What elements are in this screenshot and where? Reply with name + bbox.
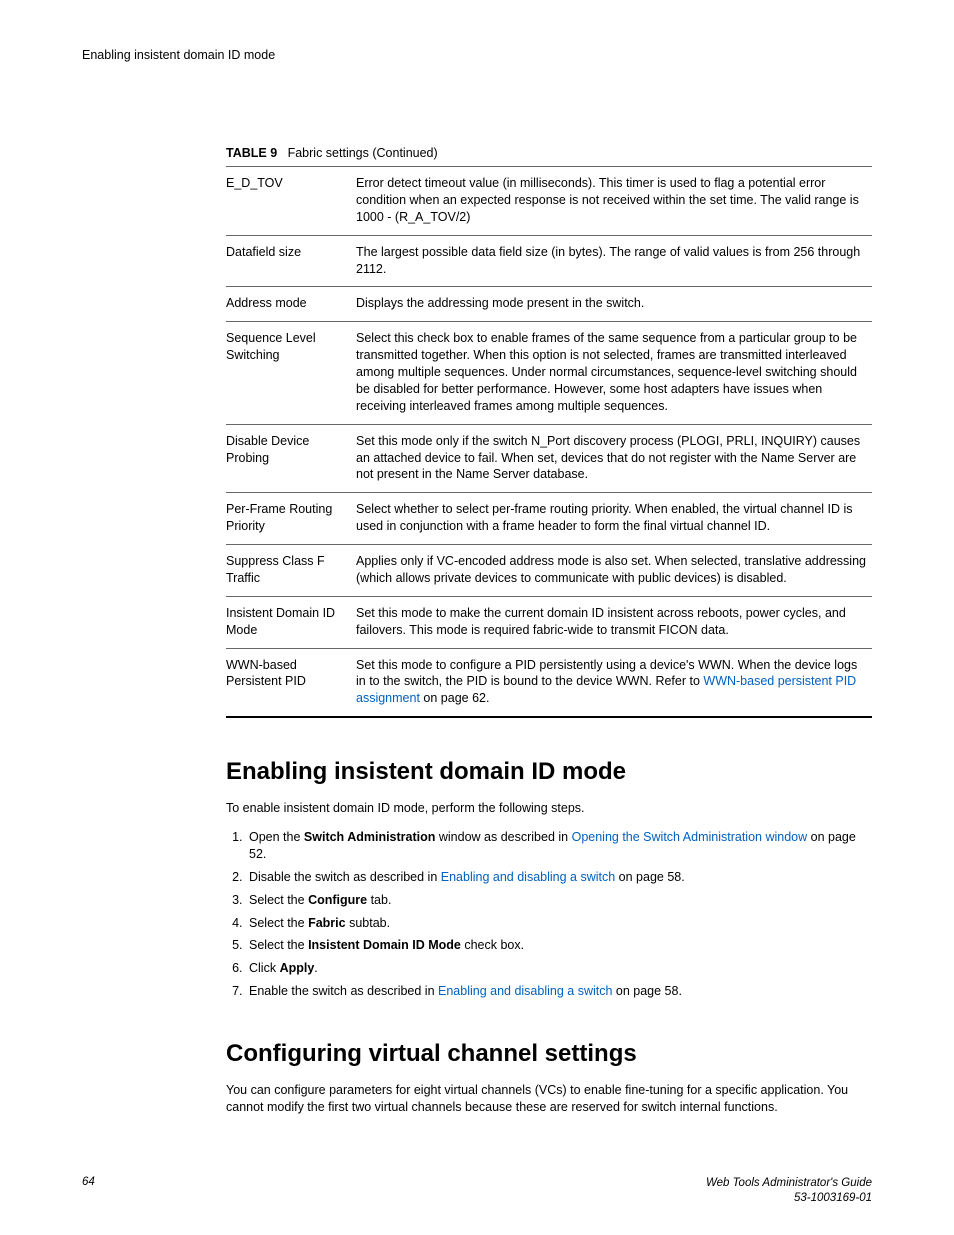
step-item: Disable the switch as described in Enabl… <box>246 869 872 886</box>
step-text: subtab. <box>346 916 390 930</box>
step-text: Open the <box>249 830 304 844</box>
step-bold: Configure <box>308 893 367 907</box>
table-caption-label: TABLE 9 <box>226 146 277 160</box>
page-footer: 64 Web Tools Administrator's Guide 53-10… <box>82 1176 872 1205</box>
setting-desc: Set this mode only if the switch N_Port … <box>356 424 872 493</box>
step-text: Click <box>249 961 280 975</box>
step-text: Select the <box>249 938 308 952</box>
step-text: on page 58. <box>615 870 685 884</box>
table-caption: TABLE 9 Fabric settings (Continued) <box>226 146 872 160</box>
table-row: WWN-based Persistent PID Set this mode t… <box>226 648 872 717</box>
doc-title: Web Tools Administrator's Guide <box>706 1176 872 1190</box>
setting-name: E_D_TOV <box>226 167 356 236</box>
setting-desc: Set this mode to configure a PID persist… <box>356 648 872 717</box>
step-text: window as described in <box>435 830 571 844</box>
step-text: on page 58. <box>612 984 682 998</box>
setting-name: Disable Device Probing <box>226 424 356 493</box>
setting-desc: Select whether to select per-frame routi… <box>356 493 872 545</box>
table-row: Insistent Domain ID Mode Set this mode t… <box>226 596 872 648</box>
setting-desc: Displays the addressing mode present in … <box>356 287 872 322</box>
step-item: Select the Insistent Domain ID Mode chec… <box>246 937 872 954</box>
table-row: Address mode Displays the addressing mod… <box>226 287 872 322</box>
xref-link[interactable]: Enabling and disabling a switch <box>441 870 615 884</box>
section-heading: Enabling insistent domain ID mode <box>226 758 872 786</box>
setting-name: Suppress Class F Traffic <box>226 545 356 597</box>
step-text: Enable the switch as described in <box>249 984 438 998</box>
setting-name: Address mode <box>226 287 356 322</box>
fabric-settings-table: E_D_TOV Error detect timeout value (in m… <box>226 166 872 718</box>
setting-desc: Error detect timeout value (in milliseco… <box>356 167 872 236</box>
setting-name: Per-Frame Routing Priority <box>226 493 356 545</box>
table-row: Per-Frame Routing Priority Select whethe… <box>226 493 872 545</box>
step-item: Select the Fabric subtab. <box>246 915 872 932</box>
step-item: Click Apply. <box>246 960 872 977</box>
setting-desc: The largest possible data field size (in… <box>356 235 872 287</box>
section-heading: Configuring virtual channel settings <box>226 1040 872 1068</box>
table-row: Datafield size The largest possible data… <box>226 235 872 287</box>
xref-link[interactable]: Opening the Switch Administration window <box>572 830 808 844</box>
section-intro: To enable insistent domain ID mode, perf… <box>226 800 872 817</box>
step-text: . <box>314 961 317 975</box>
table-row: E_D_TOV Error detect timeout value (in m… <box>226 167 872 236</box>
table-row: Sequence Level Switching Select this che… <box>226 322 872 424</box>
step-bold: Switch Administration <box>304 830 436 844</box>
step-item: Enable the switch as described in Enabli… <box>246 983 872 1000</box>
doc-number: 53-1003169-01 <box>706 1191 872 1205</box>
setting-name: Sequence Level Switching <box>226 322 356 424</box>
step-text: Disable the switch as described in <box>249 870 441 884</box>
page-number: 64 <box>82 1176 95 1188</box>
step-text: tab. <box>367 893 391 907</box>
setting-desc: Applies only if VC-encoded address mode … <box>356 545 872 597</box>
table-row: Disable Device Probing Set this mode onl… <box>226 424 872 493</box>
step-bold: Fabric <box>308 916 346 930</box>
setting-name: Insistent Domain ID Mode <box>226 596 356 648</box>
setting-name: Datafield size <box>226 235 356 287</box>
step-text: Select the <box>249 916 308 930</box>
step-item: Select the Configure tab. <box>246 892 872 909</box>
step-bold: Insistent Domain ID Mode <box>308 938 461 952</box>
xref-link[interactable]: Enabling and disabling a switch <box>438 984 612 998</box>
setting-desc: Set this mode to make the current domain… <box>356 596 872 648</box>
desc-text: on page 62. <box>420 691 490 705</box>
table-row: Suppress Class F Traffic Applies only if… <box>226 545 872 597</box>
running-header: Enabling insistent domain ID mode <box>82 48 872 62</box>
step-text: Select the <box>249 893 308 907</box>
table-caption-text: Fabric settings (Continued) <box>288 146 438 160</box>
setting-name: WWN-based Persistent PID <box>226 648 356 717</box>
setting-desc: Select this check box to enable frames o… <box>356 322 872 424</box>
steps-list: Open the Switch Administration window as… <box>226 829 872 1000</box>
step-bold: Apply <box>280 961 315 975</box>
section-body: You can configure parameters for eight v… <box>226 1082 872 1116</box>
step-item: Open the Switch Administration window as… <box>246 829 872 863</box>
step-text: check box. <box>461 938 524 952</box>
